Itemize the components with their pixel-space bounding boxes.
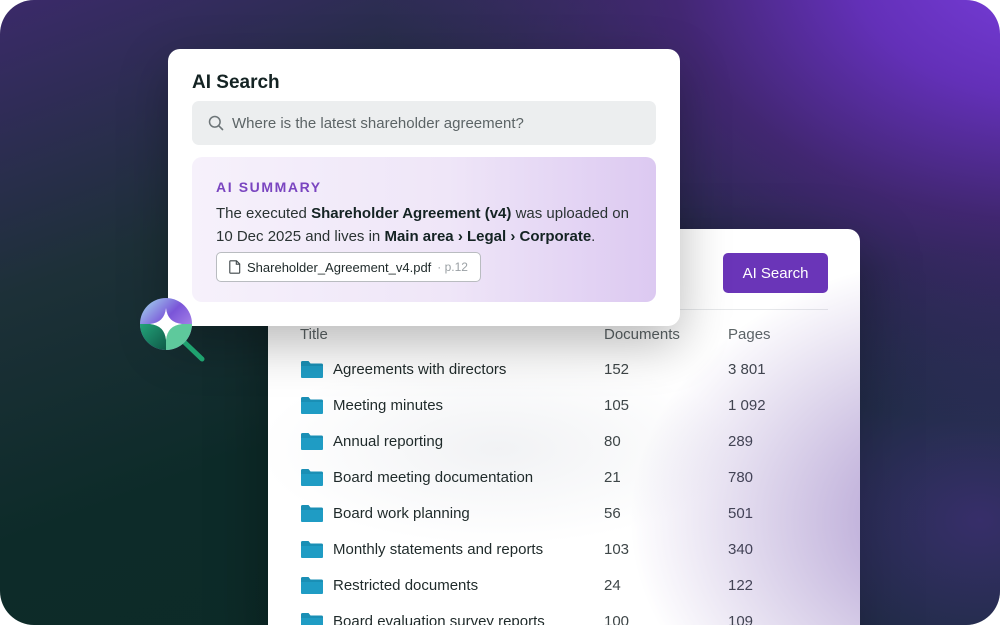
file-name: Shareholder_Agreement_v4.pdf	[247, 259, 432, 275]
column-header-pages[interactable]: Pages	[728, 326, 771, 343]
row-title: Annual reporting	[333, 433, 444, 450]
folder-icon	[301, 469, 323, 486]
table-row[interactable]: Annual reporting 80 289	[300, 432, 828, 468]
folder-icon	[301, 577, 323, 594]
row-pages: 780	[728, 469, 754, 486]
row-documents: 105	[604, 397, 630, 414]
row-pages: 122	[728, 577, 754, 594]
row-pages: 1 092	[728, 397, 766, 414]
folder-icon	[301, 397, 323, 414]
row-documents: 56	[604, 505, 621, 522]
ai-summary-label: AI SUMMARY	[216, 179, 322, 195]
row-title: Agreements with directors	[333, 361, 507, 378]
table-row[interactable]: Board work planning 56 501	[300, 504, 828, 540]
ai-summary-text: The executed Shareholder Agreement (v4) …	[216, 205, 629, 245]
row-title: Monthly statements and reports	[333, 541, 544, 558]
background-stage: AI Search Title Documents Pages Agreemen…	[0, 0, 1000, 625]
row-pages: 3 801	[728, 361, 766, 378]
row-pages: 109	[728, 613, 754, 625]
ai-magnifier-icon	[140, 298, 205, 362]
row-documents: 100	[604, 613, 630, 625]
row-documents: 152	[604, 361, 630, 378]
table-row[interactable]: Agreements with directors 152 3 801	[300, 360, 828, 396]
table-row[interactable]: Monthly statements and reports 103 340	[300, 540, 828, 576]
folder-icon	[301, 361, 323, 378]
summary-location-path: Main area › Legal › Corporate	[384, 228, 592, 245]
folder-icon	[301, 541, 323, 558]
row-documents: 24	[604, 577, 621, 594]
row-title: Meeting minutes	[333, 397, 444, 414]
row-title: Board meeting documentation	[333, 469, 534, 486]
row-pages: 340	[728, 541, 754, 558]
summary-document-name: Shareholder Agreement (v4)	[311, 205, 512, 222]
ai-search-card: AI Search AI SUMMARY The executed Shareh…	[168, 49, 680, 326]
folder-icon	[301, 433, 323, 450]
file-chip[interactable]: Shareholder_Agreement_v4.pdf · p.12	[216, 252, 481, 282]
row-title: Board evaluation survey reports	[333, 613, 545, 625]
folder-list: Agreements with directors 152 3 801 Meet…	[300, 360, 828, 625]
column-header-title[interactable]: Title	[300, 326, 328, 343]
table-row[interactable]: Board evaluation survey reports 100 109	[300, 612, 828, 625]
ai-summary-panel: AI SUMMARY The executed Shareholder Agre…	[192, 157, 656, 302]
file-icon	[229, 260, 241, 274]
row-documents: 80	[604, 433, 621, 450]
table-header: Title Documents Pages	[300, 326, 828, 346]
row-documents: 103	[604, 541, 630, 558]
row-pages: 289	[728, 433, 754, 450]
card-title: AI Search	[192, 72, 280, 93]
row-documents: 21	[604, 469, 621, 486]
file-page-ref: · p.12	[437, 260, 468, 274]
folder-icon	[301, 613, 323, 625]
column-header-documents[interactable]: Documents	[604, 326, 680, 343]
table-row[interactable]: Board meeting documentation 21 780	[300, 468, 828, 504]
row-title: Restricted documents	[333, 577, 479, 594]
search-box[interactable]	[192, 101, 656, 145]
row-pages: 501	[728, 505, 754, 522]
search-icon	[208, 115, 224, 131]
ai-search-button[interactable]: AI Search	[723, 253, 828, 293]
table-row[interactable]: Restricted documents 24 122	[300, 576, 828, 612]
table-row[interactable]: Meeting minutes 105 1 092	[300, 396, 828, 432]
row-title: Board work planning	[333, 505, 470, 522]
search-input[interactable]	[232, 101, 642, 145]
folder-icon	[301, 505, 323, 522]
